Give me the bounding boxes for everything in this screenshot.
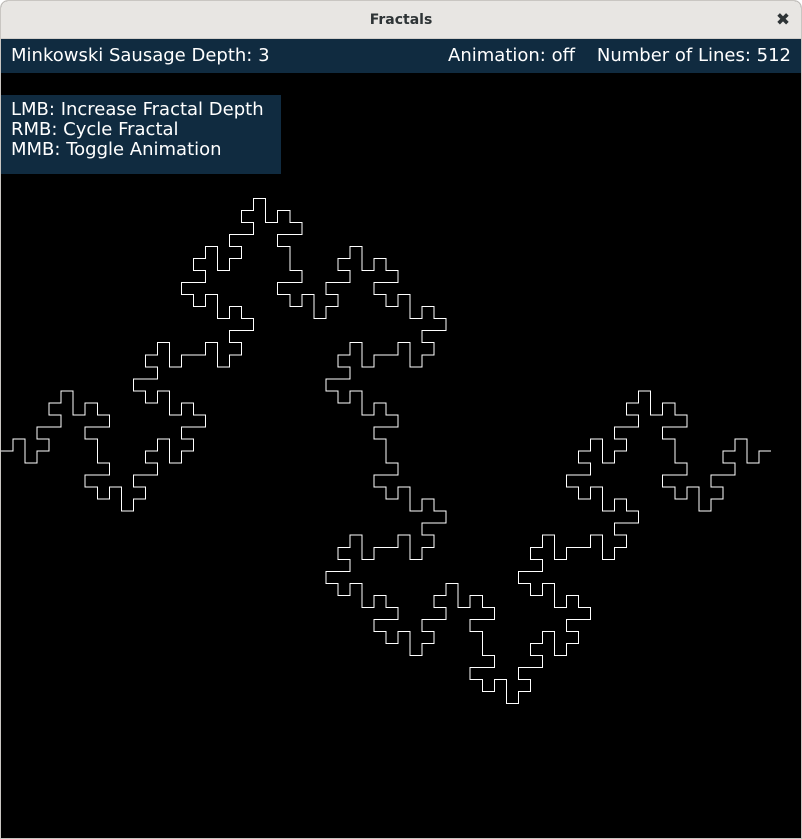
title-bar[interactable]: Fractals ✖: [1, 1, 801, 39]
animation-status: Animation: off: [448, 45, 575, 66]
help-lmb: LMB: Increase Fractal Depth: [11, 99, 264, 120]
help-rmb: RMB: Cycle Fractal: [11, 119, 179, 140]
app-window: Fractals ✖ Minkowski Sausage Depth: 3 An…: [0, 0, 802, 839]
line-count: Number of Lines: 512: [596, 45, 791, 66]
window-title: Fractals: [369, 12, 433, 28]
minkowski-sausage-curve: [1, 197, 771, 705]
status-bar: Minkowski Sausage Depth: 3 Animation: of…: [1, 39, 801, 73]
close-icon[interactable]: ✖: [773, 10, 793, 30]
fractal-canvas[interactable]: Minkowski Sausage Depth: 3 Animation: of…: [1, 39, 801, 838]
fractal-depth-label: Minkowski Sausage Depth: 3: [11, 45, 270, 66]
help-panel: LMB: Increase Fractal Depth RMB: Cycle F…: [1, 95, 281, 174]
help-mmb: MMB: Toggle Animation: [11, 139, 222, 160]
